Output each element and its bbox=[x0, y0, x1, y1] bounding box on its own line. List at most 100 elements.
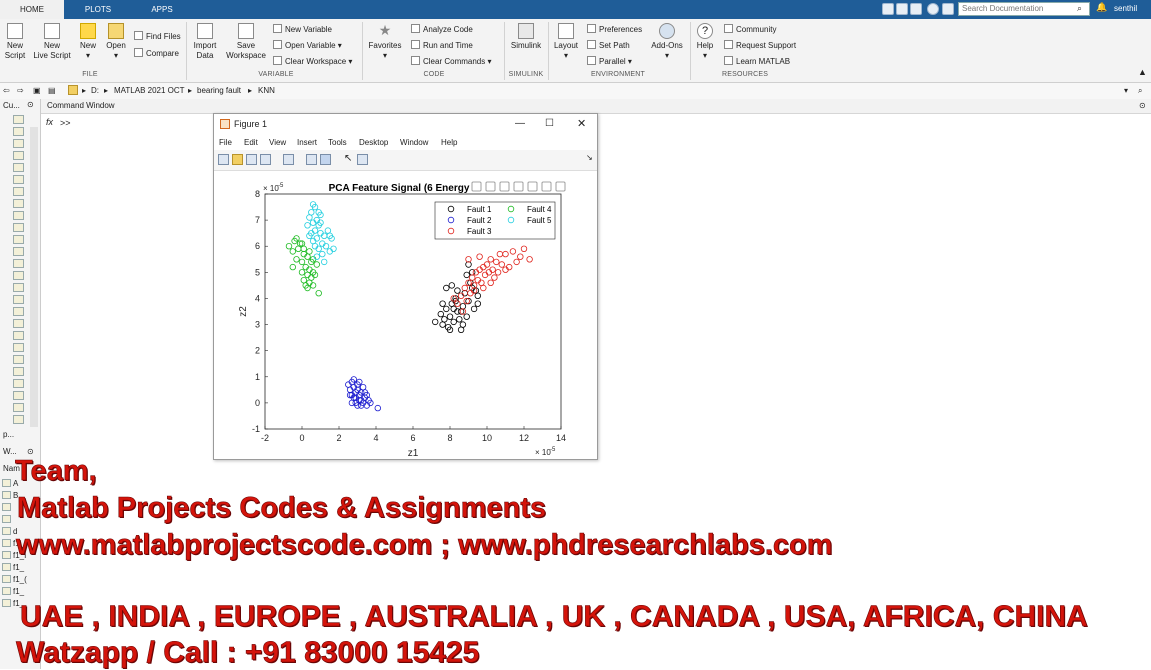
file-icon[interactable] bbox=[13, 391, 24, 400]
workspace-variable[interactable] bbox=[2, 515, 13, 524]
panel-options-icon[interactable]: ⊙ bbox=[27, 100, 34, 109]
community-button[interactable]: Community bbox=[724, 24, 776, 35]
file-icon[interactable] bbox=[13, 403, 24, 412]
workspace-tab[interactable]: p... bbox=[3, 430, 14, 439]
request-support-button[interactable]: Request Support bbox=[724, 40, 796, 51]
new-script-button[interactable]: New Script bbox=[2, 23, 28, 61]
import-data-button[interactable]: Import Data bbox=[190, 23, 220, 61]
figure-titlebar[interactable]: Figure 1 — ☐ ✕ bbox=[214, 114, 597, 134]
edit-plot-cursor-icon[interactable]: ↖ bbox=[344, 153, 352, 164]
add-ons-button[interactable]: Add-Ons ▾ bbox=[648, 23, 686, 61]
file-icon[interactable] bbox=[13, 151, 24, 160]
save-quick-icon[interactable] bbox=[882, 3, 894, 15]
preferences-button[interactable]: Preferences bbox=[587, 24, 642, 35]
file-icon[interactable] bbox=[13, 331, 24, 340]
workspace-variable[interactable]: f1_ bbox=[2, 587, 24, 596]
new-variable-button[interactable]: New Variable bbox=[273, 24, 332, 35]
insert-legend-icon[interactable] bbox=[320, 154, 331, 165]
file-icon[interactable] bbox=[13, 163, 24, 172]
tab-plots[interactable]: PLOTS bbox=[66, 0, 130, 19]
panel-options-icon[interactable]: ⊙ bbox=[1139, 99, 1146, 113]
clear-workspace-button[interactable]: Clear Workspace ▾ bbox=[273, 56, 352, 67]
axes-toolbar-data-tips-icon[interactable] bbox=[485, 181, 496, 192]
figure-menu-view[interactable]: View bbox=[269, 138, 286, 147]
file-icon[interactable] bbox=[13, 271, 24, 280]
clear-commands-button[interactable]: Clear Commands ▾ bbox=[411, 56, 491, 67]
print-icon[interactable] bbox=[260, 154, 271, 165]
file-icon[interactable] bbox=[13, 343, 24, 352]
help-button[interactable]: ? Help ▾ bbox=[694, 23, 716, 61]
figure-menu-window[interactable]: Window bbox=[400, 138, 428, 147]
expand-quick-icon[interactable] bbox=[942, 3, 954, 15]
figure-menu-insert[interactable]: Insert bbox=[297, 138, 317, 147]
close-icon[interactable]: ✕ bbox=[577, 114, 586, 134]
new-figure-icon[interactable] bbox=[218, 154, 229, 165]
maximize-icon[interactable]: ☐ bbox=[545, 114, 554, 134]
back-icon[interactable]: ⇦ bbox=[3, 86, 10, 95]
file-icon[interactable] bbox=[13, 295, 24, 304]
function-browser-icon[interactable]: fx bbox=[46, 117, 53, 127]
workspace-variable[interactable]: f1_ bbox=[2, 563, 24, 572]
notification-bell-icon[interactable]: 🔔 bbox=[1096, 2, 1107, 13]
file-icon[interactable] bbox=[13, 247, 24, 256]
open-variable-button[interactable]: Open Variable ▾ bbox=[273, 40, 342, 51]
favorites-button[interactable]: ★ Favorites ▾ bbox=[366, 23, 404, 61]
path-drive[interactable]: D: bbox=[91, 86, 99, 95]
file-icon[interactable] bbox=[13, 175, 24, 184]
file-icon[interactable] bbox=[13, 367, 24, 376]
file-icon[interactable] bbox=[13, 139, 24, 148]
chevron-down-icon[interactable]: ▾ bbox=[1124, 86, 1128, 95]
cut-quick-icon[interactable] bbox=[896, 3, 908, 15]
dock-icon[interactable]: ↘ bbox=[586, 153, 593, 162]
axes-toolbar-rotate-icon[interactable] bbox=[499, 181, 510, 192]
file-icon[interactable] bbox=[13, 187, 24, 196]
figure-menu-help[interactable]: Help bbox=[441, 138, 457, 147]
save-workspace-button[interactable]: Save Workspace bbox=[224, 23, 268, 61]
file-icon[interactable] bbox=[13, 199, 24, 208]
user-account-menu[interactable]: senthil bbox=[1114, 4, 1137, 13]
undo-quick-icon[interactable] bbox=[910, 3, 922, 15]
parallel-button[interactable]: Parallel ▾ bbox=[587, 56, 632, 67]
figure-menu-edit[interactable]: Edit bbox=[244, 138, 258, 147]
link-plot-icon[interactable] bbox=[283, 154, 294, 165]
axes-toolbar-zoom-in-icon[interactable] bbox=[527, 181, 538, 192]
set-path-button[interactable]: Set Path bbox=[587, 40, 630, 51]
path-folder-3[interactable]: KNN bbox=[258, 86, 275, 95]
search-icon[interactable]: ⌕ bbox=[1138, 86, 1142, 96]
file-icon[interactable] bbox=[13, 211, 24, 220]
learn-matlab-button[interactable]: Learn MATLAB bbox=[724, 56, 790, 67]
figure-menu-desktop[interactable]: Desktop bbox=[359, 138, 388, 147]
save-icon[interactable] bbox=[246, 154, 257, 165]
file-icon[interactable] bbox=[13, 307, 24, 316]
file-icon[interactable] bbox=[13, 379, 24, 388]
search-icon[interactable]: ⌕ bbox=[1077, 3, 1082, 14]
tab-home[interactable]: HOME bbox=[0, 0, 64, 19]
insert-colorbar-icon[interactable] bbox=[306, 154, 317, 165]
forward-icon[interactable]: ⇨ bbox=[17, 86, 24, 95]
collapse-ribbon-icon[interactable]: ▲ bbox=[1138, 67, 1147, 77]
axes-toolbar-zoom-out-icon[interactable] bbox=[541, 181, 552, 192]
file-icon[interactable] bbox=[13, 355, 24, 364]
workspace-variable[interactable]: B bbox=[2, 491, 18, 500]
analyze-code-button[interactable]: Analyze Code bbox=[411, 24, 473, 35]
help-quick-icon[interactable] bbox=[927, 3, 939, 15]
up-folder-icon[interactable]: ▣ bbox=[33, 86, 41, 95]
axes-toolbar-pan-icon[interactable] bbox=[513, 181, 524, 192]
file-icon[interactable] bbox=[13, 115, 24, 124]
axes-toolbar-brush-icon[interactable] bbox=[471, 181, 482, 192]
workspace-variable[interactable]: f1_( bbox=[2, 575, 27, 584]
search-documentation-input[interactable]: Search Documentation bbox=[958, 2, 1090, 16]
open-button[interactable]: Open ▾ bbox=[104, 23, 128, 61]
file-icon[interactable] bbox=[13, 415, 24, 424]
scrollbar[interactable] bbox=[30, 127, 38, 427]
find-files-button[interactable]: Find Files bbox=[134, 31, 181, 42]
open-file-icon[interactable] bbox=[232, 154, 243, 165]
file-icon[interactable] bbox=[13, 235, 24, 244]
file-icon[interactable] bbox=[13, 223, 24, 232]
figure-menu-file[interactable]: File bbox=[219, 138, 232, 147]
property-inspector-icon[interactable] bbox=[357, 154, 368, 165]
run-and-time-button[interactable]: Run and Time bbox=[411, 40, 473, 51]
file-icon[interactable] bbox=[13, 283, 24, 292]
path-folder-2[interactable]: bearing fault bbox=[197, 86, 241, 95]
minimize-icon[interactable]: — bbox=[515, 114, 525, 134]
